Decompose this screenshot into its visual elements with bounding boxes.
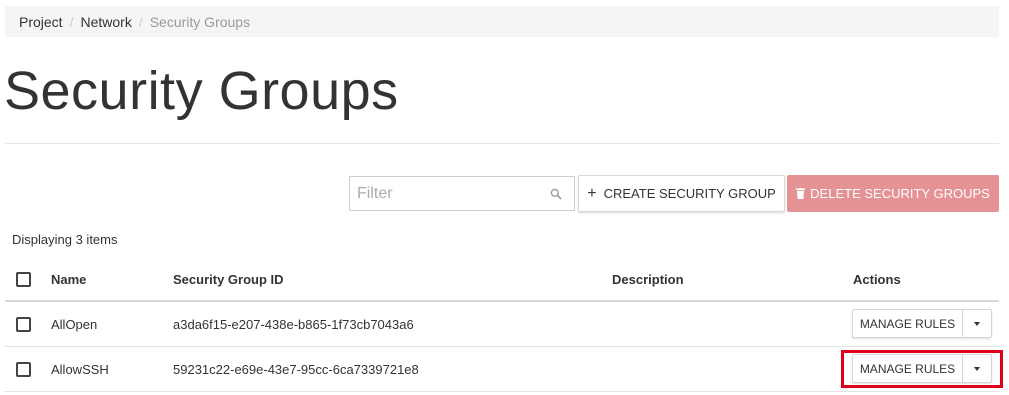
- row-checkbox[interactable]: [16, 362, 31, 377]
- trash-icon: [796, 188, 806, 199]
- breadcrumb-current: Security Groups: [149, 13, 251, 30]
- caret-down-icon: [974, 321, 980, 326]
- breadcrumb-separator: /: [69, 13, 74, 30]
- plus-icon: +: [587, 184, 597, 202]
- manage-rules-button[interactable]: MANAGE RULES: [853, 310, 963, 337]
- create-security-group-label: CREATE SECURITY GROUP: [603, 186, 776, 201]
- breadcrumb-project-link[interactable]: Project: [19, 14, 63, 30]
- page-title: Security Groups: [4, 61, 399, 121]
- row-name: AllowSSH: [51, 362, 109, 377]
- delete-security-groups-button[interactable]: DELETE SECURITY GROUPS: [787, 175, 999, 212]
- row-divider: [5, 346, 999, 347]
- breadcrumb: Project / Network / Security Groups: [5, 6, 999, 37]
- column-header-security-group-id[interactable]: Security Group ID: [173, 272, 284, 287]
- column-header-name[interactable]: Name: [51, 272, 86, 287]
- filter-input[interactable]: [350, 177, 540, 210]
- column-header-actions: Actions: [853, 272, 901, 287]
- breadcrumb-separator: /: [138, 13, 143, 30]
- highlight-annotation: [841, 350, 1003, 388]
- select-all-checkbox[interactable]: [16, 272, 31, 287]
- column-header-description[interactable]: Description: [612, 272, 684, 287]
- breadcrumb-network-link[interactable]: Network: [80, 14, 131, 30]
- row-security-group-id: a3da6f15-e207-438e-b865-1f73cb7043a6: [173, 317, 414, 332]
- title-divider: [5, 143, 999, 144]
- row-name: AllOpen: [51, 317, 98, 332]
- row-actions-group: MANAGE RULES: [852, 309, 992, 338]
- filter-field[interactable]: [349, 176, 575, 211]
- row-security-group-id: 59231c22-e69e-43e7-95cc-6ca7339721e8: [173, 362, 419, 377]
- actions-dropdown-toggle[interactable]: [963, 310, 991, 337]
- row-checkbox[interactable]: [16, 317, 31, 332]
- delete-security-groups-label: DELETE SECURITY GROUPS: [810, 186, 990, 201]
- create-security-group-button[interactable]: + CREATE SECURITY GROUP: [578, 175, 785, 212]
- search-icon: [550, 188, 562, 200]
- item-count: Displaying 3 items: [12, 232, 118, 247]
- table-header-divider: [5, 300, 999, 302]
- row-divider: [5, 391, 999, 392]
